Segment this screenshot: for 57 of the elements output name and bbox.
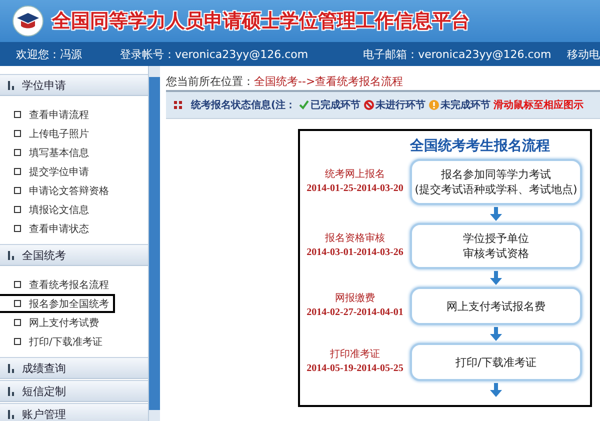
down-arrow-icon	[490, 271, 502, 285]
scrollbar[interactable]	[149, 66, 160, 421]
section-title: 全国统考	[22, 248, 66, 262]
step-box[interactable]: 网上支付考试报名费	[410, 287, 582, 325]
breadcrumb-path[interactable]: 全国统考-->查看统考报名流程	[254, 74, 404, 88]
sidebar-item[interactable]: 网上支付考试费	[0, 313, 105, 332]
section-title: 成绩查询	[22, 360, 66, 376]
sidebar-section-header[interactable]: 全国统考	[0, 244, 148, 266]
prohibited-icon	[364, 100, 374, 110]
sidebar-item[interactable]: 上传电子照片	[0, 124, 95, 143]
welcome-text: 欢迎您：冯源	[16, 46, 82, 62]
section-title: 账户管理	[22, 406, 66, 421]
step-box[interactable]: 打印/下载准考证	[410, 343, 582, 381]
sidebar-item[interactable]: 查看申请状态	[0, 219, 95, 238]
sidebar-section-header[interactable]: 短信定制	[0, 380, 148, 402]
sidebar-item[interactable]: 查看申请流程	[0, 105, 95, 124]
legend-title: 统考报名状态信息(注：	[191, 98, 296, 112]
flowchart-title: 全国统考考生报名流程	[409, 136, 551, 156]
sidebar-item[interactable]: 申请论文答辩资格	[0, 181, 115, 200]
sidebar-section-header[interactable]: 成绩查询	[0, 357, 148, 379]
breadcrumb-label: 您当前所在位置：	[166, 74, 254, 88]
sidebar-item[interactable]: 打印/下载准考证	[0, 332, 108, 351]
bar-chart-icon	[8, 250, 16, 260]
bar-chart-icon	[8, 386, 16, 396]
down-arrow-icon	[490, 327, 502, 341]
step-box[interactable]: 学位授予单位 审核考试资格	[410, 223, 582, 269]
legend-label: 未完成环节	[440, 98, 491, 112]
legend-label: 已完成环节	[310, 98, 361, 112]
sidebar-section-header[interactable]: 账户管理	[0, 403, 148, 421]
sidebar-item[interactable]: 填报论文信息	[0, 200, 95, 219]
sidebar-item[interactable]: 填写基本信息	[0, 143, 95, 162]
email-text: 电子邮箱：veronica23yy@126.com	[363, 46, 552, 62]
site-title: 全国同等学力人员申请硕士学位管理工作信息平台	[52, 9, 470, 34]
step-label: 报名资格审核 2014-03-01-2014-03-26	[306, 232, 404, 260]
step-label: 统考网上报名 2014-01-25-2014-03-20	[306, 168, 404, 196]
graduation-cap-logo-icon	[12, 5, 44, 37]
section-title: 学位申请	[22, 78, 66, 92]
sidebar-item[interactable]: 报名参加全国统考	[0, 294, 115, 313]
legend-hint: 滑动鼠标至相应图示	[494, 98, 584, 112]
bar-chart-icon	[8, 364, 16, 372]
step-box[interactable]: 报名参加同等学力考试 (提交考试语种或学科、考试地点)	[410, 159, 582, 205]
sidebar-item[interactable]: 提交学位申请	[0, 162, 95, 181]
bar-chart-icon	[8, 80, 16, 90]
down-arrow-icon	[490, 383, 502, 397]
step-label: 网报缴费 2014-02-27-2014-04-01	[306, 292, 404, 320]
sidebar-item[interactable]: 查看统考报名流程	[0, 275, 115, 294]
checkmark-icon	[298, 100, 309, 110]
down-arrow-icon	[490, 207, 502, 221]
account-text: 登录帐号：veronica23yy@126.com	[120, 46, 308, 62]
legend-label: 未进行环节	[376, 98, 426, 112]
step-label: 打印准考证 2014-05-19-2014-05-25	[306, 348, 404, 376]
bar-chart-icon	[8, 410, 16, 418]
mobile-text: 移动电	[567, 46, 600, 62]
dots-icon	[174, 101, 182, 109]
sidebar-section-header[interactable]: 学位申请	[0, 74, 148, 96]
warning-icon	[428, 100, 439, 110]
section-title: 短信定制	[22, 384, 66, 398]
